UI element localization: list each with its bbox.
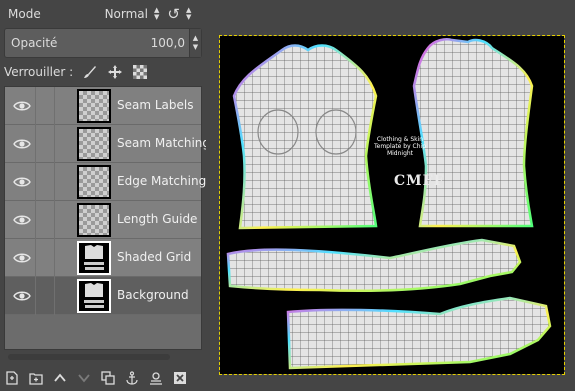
layers-panel: Mode Normal ▲ ▼ ↺ ▲ ▼ Opacité 100,0 ▲ ▼ Ver… — [0, 0, 210, 391]
cmff-logo: CMFF — [394, 173, 445, 189]
layer-row[interactable]: Edge Matching — [5, 163, 206, 201]
move-cross-icon[interactable] — [107, 64, 123, 80]
opacity-label: Opacité — [11, 36, 58, 50]
mode-dropdown[interactable]: Normal — [94, 7, 148, 21]
layer-row[interactable]: Seam Matching — [5, 125, 210, 163]
layer-thumbnail — [77, 279, 111, 313]
layers-bottom-toolbar — [4, 368, 196, 388]
torso-front-piece — [232, 44, 378, 230]
visibility-eye-icon[interactable] — [13, 250, 31, 266]
template-caption: Clothing & Skin Template by Chip Midnigh… — [373, 136, 427, 157]
visibility-eye-icon[interactable] — [13, 98, 31, 114]
checkerboard-alpha-icon[interactable] — [132, 64, 148, 80]
raise-layer-icon[interactable] — [52, 370, 68, 386]
layer-row[interactable]: Shaded Grid — [5, 239, 201, 277]
layer-name[interactable]: Seam Matching — [117, 136, 210, 150]
layer-link-cell[interactable] — [35, 87, 55, 125]
image-canvas[interactable]: Clothing & Skin Template by Chip Midnigh… — [219, 35, 565, 375]
mode-row: Mode Normal ▲ ▼ ↺ ▲ ▼ — [4, 3, 204, 25]
layer-link-cell[interactable] — [35, 201, 55, 239]
opacity-value[interactable]: 100,0 — [151, 36, 185, 50]
layer-row[interactable]: Length Guide — [5, 201, 201, 239]
opacity-spinner-icon[interactable]: ▲ ▼ — [189, 29, 201, 57]
lower-layer-icon[interactable] — [76, 370, 92, 386]
anchor-icon[interactable] — [124, 370, 140, 386]
new-layer-icon[interactable] — [4, 370, 20, 386]
layer-name[interactable]: Seam Labels — [117, 98, 193, 112]
delete-layer-icon[interactable] — [172, 370, 188, 386]
opacity-field[interactable]: Opacité 100,0 ▲ ▼ — [4, 28, 202, 58]
visibility-eye-icon[interactable] — [13, 212, 31, 228]
reset-mode-icon[interactable]: ↺ — [167, 5, 180, 23]
layer-name[interactable]: Length Guide — [117, 212, 197, 226]
canvas-area[interactable]: Clothing & Skin Template by Chip Midnigh… — [206, 0, 575, 391]
visibility-eye-icon[interactable] — [13, 288, 31, 304]
mask-icon[interactable] — [148, 370, 164, 386]
visibility-eye-icon[interactable] — [13, 174, 31, 190]
visibility-eye-icon[interactable] — [13, 136, 31, 152]
layer-link-cell[interactable] — [35, 125, 55, 163]
mode-label: Mode — [8, 7, 41, 21]
paintbrush-icon[interactable] — [82, 64, 98, 80]
arm-upper-piece — [226, 238, 522, 292]
layer-name[interactable]: Shaded Grid — [117, 250, 191, 264]
layer-thumbnail — [77, 127, 111, 161]
layer-thumbnail — [77, 203, 111, 237]
mode-dropdown-arrows-icon[interactable]: ▲ ▼ — [154, 7, 159, 21]
layer-row[interactable]: Seam Labels — [5, 87, 201, 125]
lock-row: Verrouiller : — [4, 62, 148, 82]
layer-link-cell[interactable] — [35, 163, 55, 201]
duplicate-layer-icon[interactable] — [100, 370, 116, 386]
layer-thumbnail — [77, 89, 111, 123]
layer-thumbnail — [77, 241, 111, 275]
mode-switch-arrows-icon[interactable]: ▲ ▼ — [186, 7, 191, 21]
layer-link-cell[interactable] — [35, 277, 55, 315]
layers-list[interactable]: Seam Labels Seam Matching Edge Matching … — [4, 86, 210, 350]
uv-template-image — [226, 38, 552, 370]
layer-thumbnail — [77, 165, 111, 199]
torso-back-piece — [412, 38, 534, 228]
arm-lower-piece — [286, 296, 552, 370]
layer-name[interactable]: Edge Matching — [117, 174, 206, 188]
layer-link-cell[interactable] — [35, 239, 55, 277]
layer-row-selected[interactable]: Background — [5, 277, 201, 315]
new-group-icon[interactable] — [28, 370, 44, 386]
lock-label: Verrouiller : — [4, 65, 74, 79]
layer-name[interactable]: Background — [117, 288, 189, 302]
layers-horizontal-scrollbar[interactable] — [8, 354, 170, 360]
